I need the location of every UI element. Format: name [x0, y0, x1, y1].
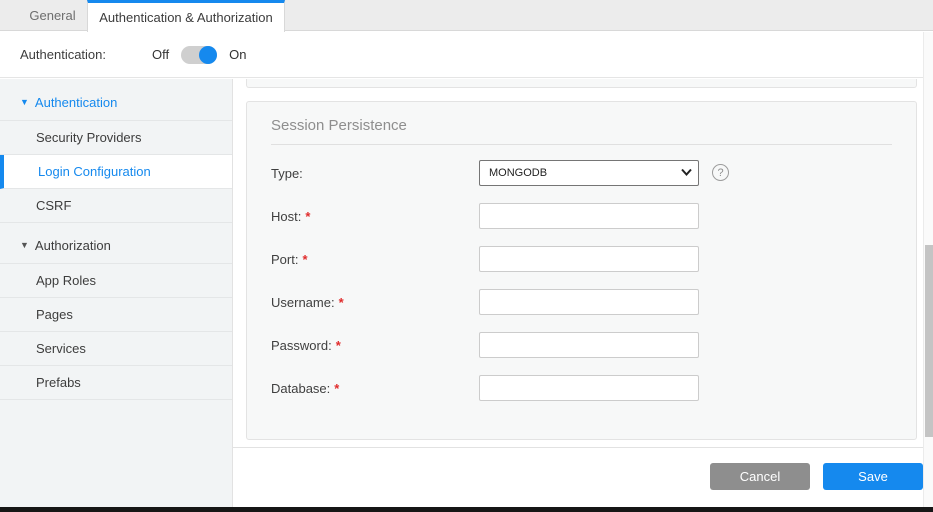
tab-general[interactable]: General — [18, 0, 87, 31]
session-type-select[interactable]: MONGODB — [479, 160, 699, 186]
password-field-wrap — [479, 332, 699, 358]
settings-sidebar: ▼ Authentication Security Providers Logi… — [0, 79, 233, 507]
session-persistence-card: Session Persistence Type: MONGODB ? Host… — [246, 101, 917, 440]
tab-authentication-authorization[interactable]: Authentication & Authorization — [87, 0, 285, 32]
required-asterisk: * — [339, 295, 344, 310]
section-title: Session Persistence — [271, 117, 407, 134]
toggle-on-label: On — [229, 47, 246, 62]
sidebar-item-pages[interactable]: Pages — [0, 298, 232, 332]
scrollbar-thumb[interactable] — [925, 245, 933, 437]
username-field-wrap — [479, 289, 699, 315]
field-label-text: Port: — [271, 252, 298, 267]
field-label-text: Password: — [271, 338, 332, 353]
username-label: Username: * — [271, 295, 344, 310]
field-label-text: Host: — [271, 209, 301, 224]
sidebar-item-app-roles[interactable]: App Roles — [0, 264, 232, 298]
sidebar-item-login-configuration[interactable]: Login Configuration — [0, 155, 232, 189]
vertical-scrollbar[interactable] — [923, 32, 933, 507]
port-field-wrap — [479, 246, 699, 272]
username-input[interactable] — [479, 289, 699, 315]
password-input[interactable] — [479, 332, 699, 358]
toggle-knob — [199, 46, 217, 64]
session-type-select-wrap: MONGODB — [479, 160, 699, 186]
help-icon[interactable]: ? — [712, 164, 729, 181]
required-asterisk: * — [302, 252, 307, 267]
sidebar-item-csrf[interactable]: CSRF — [0, 189, 232, 223]
sidebar-section-authentication[interactable]: ▼ Authentication — [0, 84, 232, 121]
field-label-text: Type: — [271, 166, 303, 181]
sidebar-section-label: Authentication — [35, 95, 117, 110]
collapse-arrow-icon: ▼ — [20, 240, 29, 250]
sidebar-item-prefabs[interactable]: Prefabs — [0, 366, 232, 400]
required-asterisk: * — [305, 209, 310, 224]
section-divider — [271, 144, 892, 145]
save-button[interactable]: Save — [823, 463, 923, 490]
authentication-toggle-row: Authentication: Off On — [0, 32, 933, 78]
database-field-wrap — [479, 375, 699, 401]
database-input[interactable] — [479, 375, 699, 401]
toggle-off-label: Off — [152, 47, 169, 62]
bottom-bar — [0, 507, 933, 512]
sidebar-section-label: Authorization — [35, 238, 111, 253]
authentication-toggle-switch[interactable] — [181, 46, 217, 64]
host-input[interactable] — [479, 203, 699, 229]
sidebar-item-security-providers[interactable]: Security Providers — [0, 121, 232, 155]
required-asterisk: * — [334, 381, 339, 396]
previous-card-bottom-edge — [246, 79, 917, 88]
sidebar-section-authorization[interactable]: ▼ Authorization — [0, 227, 232, 264]
database-label: Database: * — [271, 381, 339, 396]
collapse-arrow-icon: ▼ — [20, 97, 29, 107]
footer-divider — [233, 447, 923, 448]
sidebar-item-services[interactable]: Services — [0, 332, 232, 366]
field-label-text: Database: — [271, 381, 330, 396]
authentication-toggle-label: Authentication: — [20, 47, 106, 62]
required-asterisk: * — [336, 338, 341, 353]
host-field-wrap — [479, 203, 699, 229]
field-label-text: Username: — [271, 295, 335, 310]
cancel-button[interactable]: Cancel — [710, 463, 810, 490]
tab-bar: General Authentication & Authorization — [0, 0, 933, 31]
port-label: Port: * — [271, 252, 308, 267]
host-label: Host: * — [271, 209, 310, 224]
type-label: Type: — [271, 166, 307, 181]
password-label: Password: * — [271, 338, 341, 353]
port-input[interactable] — [479, 246, 699, 272]
